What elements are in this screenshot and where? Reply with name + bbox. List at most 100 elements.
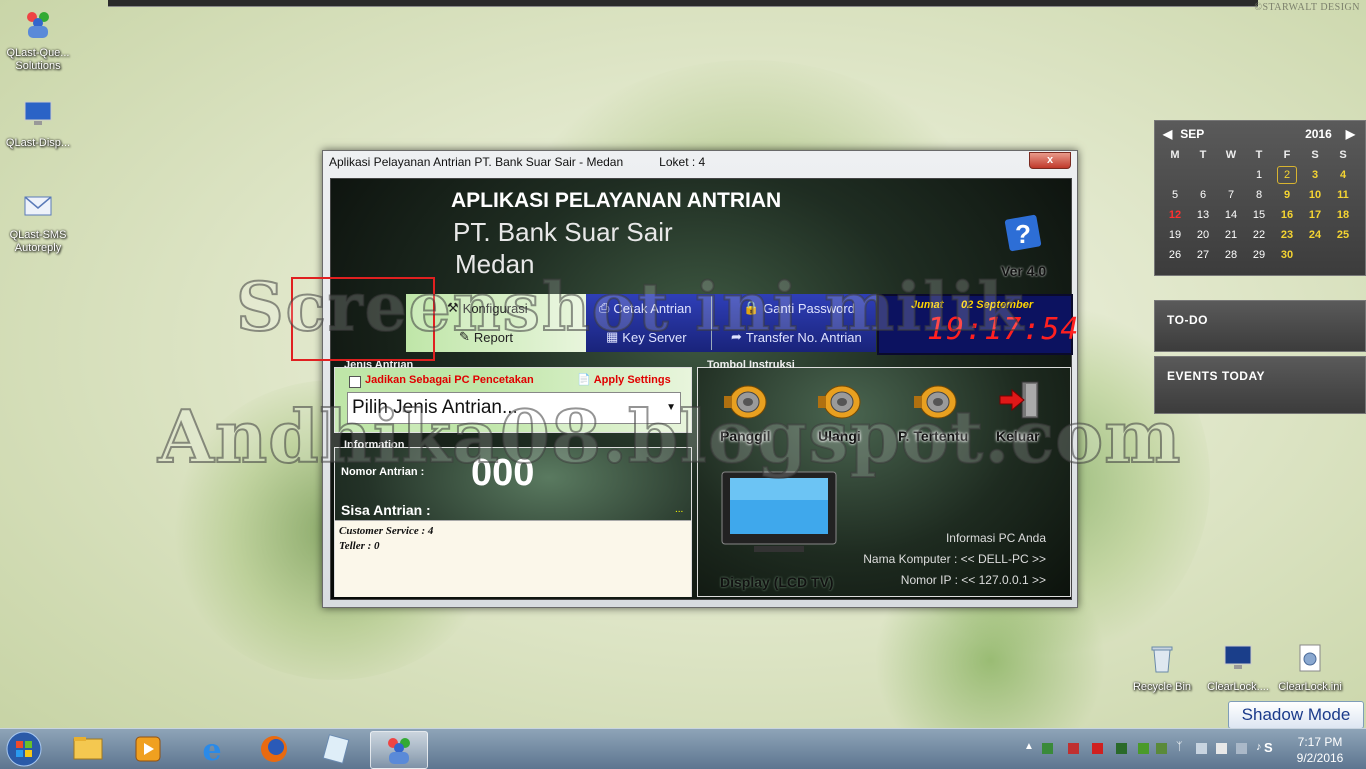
calendar-day[interactable]: 21 <box>1217 225 1245 245</box>
taskbar: e ▲ ᛉ ♪ S 7:17 PM 9/2/2016 <box>0 728 1366 769</box>
help-icon[interactable]: ? <box>1003 213 1043 253</box>
calendar-day[interactable]: 14 <box>1217 205 1245 225</box>
calendar-day[interactable]: 1 <box>1245 165 1273 185</box>
calendar-day[interactable]: 8 <box>1245 185 1273 205</box>
qlast-queue-taskbar-icon[interactable] <box>370 731 428 769</box>
calendar-next-icon[interactable]: ▶ <box>1346 127 1355 141</box>
tray-app-icon[interactable] <box>1138 743 1149 754</box>
watermark-line-1: Screenshot ini milik <box>235 267 1026 347</box>
tray-app-icon[interactable] <box>1216 743 1227 754</box>
tray-app-icon[interactable] <box>1068 743 1079 754</box>
calendar-day[interactable]: 30 <box>1273 245 1301 265</box>
calendar-day[interactable]: 12 <box>1161 205 1189 225</box>
app-client-area: APLIKASI PELAYANAN ANTRIAN PT. Bank Suar… <box>330 178 1079 600</box>
calendar-day[interactable]: 26 <box>1161 245 1189 265</box>
calendar-day[interactable]: 23 <box>1273 225 1301 245</box>
calendar-day[interactable]: 22 <box>1245 225 1273 245</box>
calendar-day <box>1301 245 1329 265</box>
envelope-icon <box>24 196 52 216</box>
todo-title: TO-DO <box>1167 313 1208 327</box>
desktop-icon-label: ClearLock.ini <box>1278 681 1342 693</box>
calendar-day[interactable]: 16 <box>1273 205 1301 225</box>
window-titlebar[interactable]: Aplikasi Pelayanan Antrian PT. Bank Suar… <box>323 151 1077 173</box>
calendar-day[interactable]: 15 <box>1245 205 1273 225</box>
calendar-day[interactable]: 28 <box>1217 245 1245 265</box>
desktop-icon-qlast-sms[interactable]: QLast-SMS Autoreply <box>0 190 76 255</box>
calendar-day[interactable]: 3 <box>1301 165 1329 185</box>
bluetooth-icon[interactable]: ᛉ <box>1176 741 1187 753</box>
recycle-bin-icon <box>1151 646 1173 673</box>
desktop-icon-clearlock[interactable]: ClearLock.... <box>1200 642 1276 694</box>
firefox-icon[interactable] <box>246 731 302 767</box>
media-player-icon[interactable] <box>120 731 176 767</box>
calendar-day[interactable]: 17 <box>1301 205 1329 225</box>
calendar-day[interactable]: 27 <box>1189 245 1217 265</box>
calendar-day[interactable]: 18 <box>1329 205 1357 225</box>
calendar-weekday: W <box>1225 149 1237 161</box>
calendar-day <box>1217 165 1245 185</box>
pc-pencetakan-checkbox[interactable] <box>349 376 361 388</box>
list-item: Teller : 0 <box>339 540 380 552</box>
desktop-icon-clearlock-ini[interactable]: ClearLock.ini <box>1272 642 1348 694</box>
desktop-icon-qlast-queue[interactable]: QLast-Que... Solutions <box>0 8 76 73</box>
calendar-day[interactable]: 11 <box>1329 185 1357 205</box>
monitor-icon <box>1224 645 1252 669</box>
notepad-icon[interactable] <box>308 731 364 767</box>
explorer-folder-icon[interactable] <box>60 731 116 767</box>
calendar-day <box>1329 245 1357 265</box>
network-icon[interactable] <box>1236 743 1247 754</box>
internet-explorer-icon[interactable]: e <box>184 731 240 767</box>
tray-app-icon[interactable] <box>1196 743 1207 754</box>
tray-app-icon[interactable] <box>1156 743 1167 754</box>
tray-app-icon[interactable] <box>1042 743 1053 754</box>
tray-app-icon[interactable] <box>1116 743 1127 754</box>
desktop-icon-qlast-display[interactable]: QLast-Disp... <box>0 98 76 150</box>
desktop-icon-recycle-bin[interactable]: Recycle Bin <box>1124 642 1200 694</box>
calendar-day[interactable]: 4 <box>1329 165 1357 185</box>
tray-expand-icon[interactable]: ▲ <box>1024 741 1035 752</box>
taskbar-time: 7:17 PM <box>1297 735 1343 749</box>
events-title: EVENTS TODAY <box>1167 369 1266 383</box>
app-title: APLIKASI PELAYANAN ANTRIAN <box>451 189 782 212</box>
sisa-more-dots: ... <box>675 504 684 515</box>
calendar-day[interactable]: 20 <box>1189 225 1217 245</box>
taskbar-clock[interactable]: 7:17 PM 9/2/2016 <box>1288 734 1352 766</box>
display-lcd-tv-label: Display (LCD TV) <box>720 574 834 590</box>
svg-text:e: e <box>202 733 221 767</box>
start-button-icon[interactable] <box>6 731 42 767</box>
desktop-icon-label: QLast-Que... Solutions <box>6 47 70 72</box>
events-gadget[interactable]: EVENTS TODAY <box>1154 356 1366 414</box>
calendar-weekday: T <box>1199 149 1207 161</box>
bank-name: PT. Bank Suar Sair <box>453 217 673 247</box>
pc-info: Informasi PC Anda Nama Komputer : << DEL… <box>838 528 1046 591</box>
tombol-instruksi-group-label: Tombol Instruksi <box>707 359 795 371</box>
desktop-icon-label: QLast-Disp... <box>5 137 71 149</box>
svg-text:?: ? <box>1015 219 1031 249</box>
calendar-day[interactable]: 24 <box>1301 225 1329 245</box>
calendar-weekday: S <box>1339 149 1347 161</box>
calendar-prev-icon[interactable]: ◀ <box>1163 127 1172 141</box>
settings-doc-icon: 📄 <box>577 374 591 386</box>
window-loket: Loket : 4 <box>659 155 706 169</box>
pc-name: Nama Komputer : << DELL-PC >> <box>863 552 1046 566</box>
tray-app-icon[interactable] <box>1092 743 1103 754</box>
skype-icon[interactable]: S <box>1264 740 1278 755</box>
calendar-day[interactable]: 6 <box>1189 185 1217 205</box>
calendar-day[interactable]: 13 <box>1189 205 1217 225</box>
calendar-day[interactable]: 19 <box>1161 225 1189 245</box>
calendar-day[interactable]: 5 <box>1161 185 1189 205</box>
calendar-gadget: ◀ SEP 2016 ▶ M T W T F S S 1 2 3 4 5 6 7 8 9 10 11 12 13 14 1… <box>1154 120 1366 276</box>
todo-gadget[interactable]: TO-DO <box>1154 300 1366 352</box>
calendar-day[interactable]: 9 <box>1273 185 1301 205</box>
calendar-day[interactable]: 7 <box>1217 185 1245 205</box>
shadow-mode-button[interactable]: Shadow Mode <box>1228 701 1364 729</box>
calendar-day[interactable]: 2 <box>1277 166 1297 184</box>
lcd-tv-icon[interactable] <box>720 470 838 556</box>
close-button[interactable]: x <box>1029 152 1071 169</box>
calendar-month: SEP <box>1180 127 1205 141</box>
apply-settings-button[interactable]: 📄 Apply Settings <box>577 373 671 387</box>
watermark-line-2: Andhika08.blogspot.com <box>157 393 1182 480</box>
calendar-day[interactable]: 29 <box>1245 245 1273 265</box>
calendar-day[interactable]: 25 <box>1329 225 1357 245</box>
calendar-day[interactable]: 10 <box>1301 185 1329 205</box>
